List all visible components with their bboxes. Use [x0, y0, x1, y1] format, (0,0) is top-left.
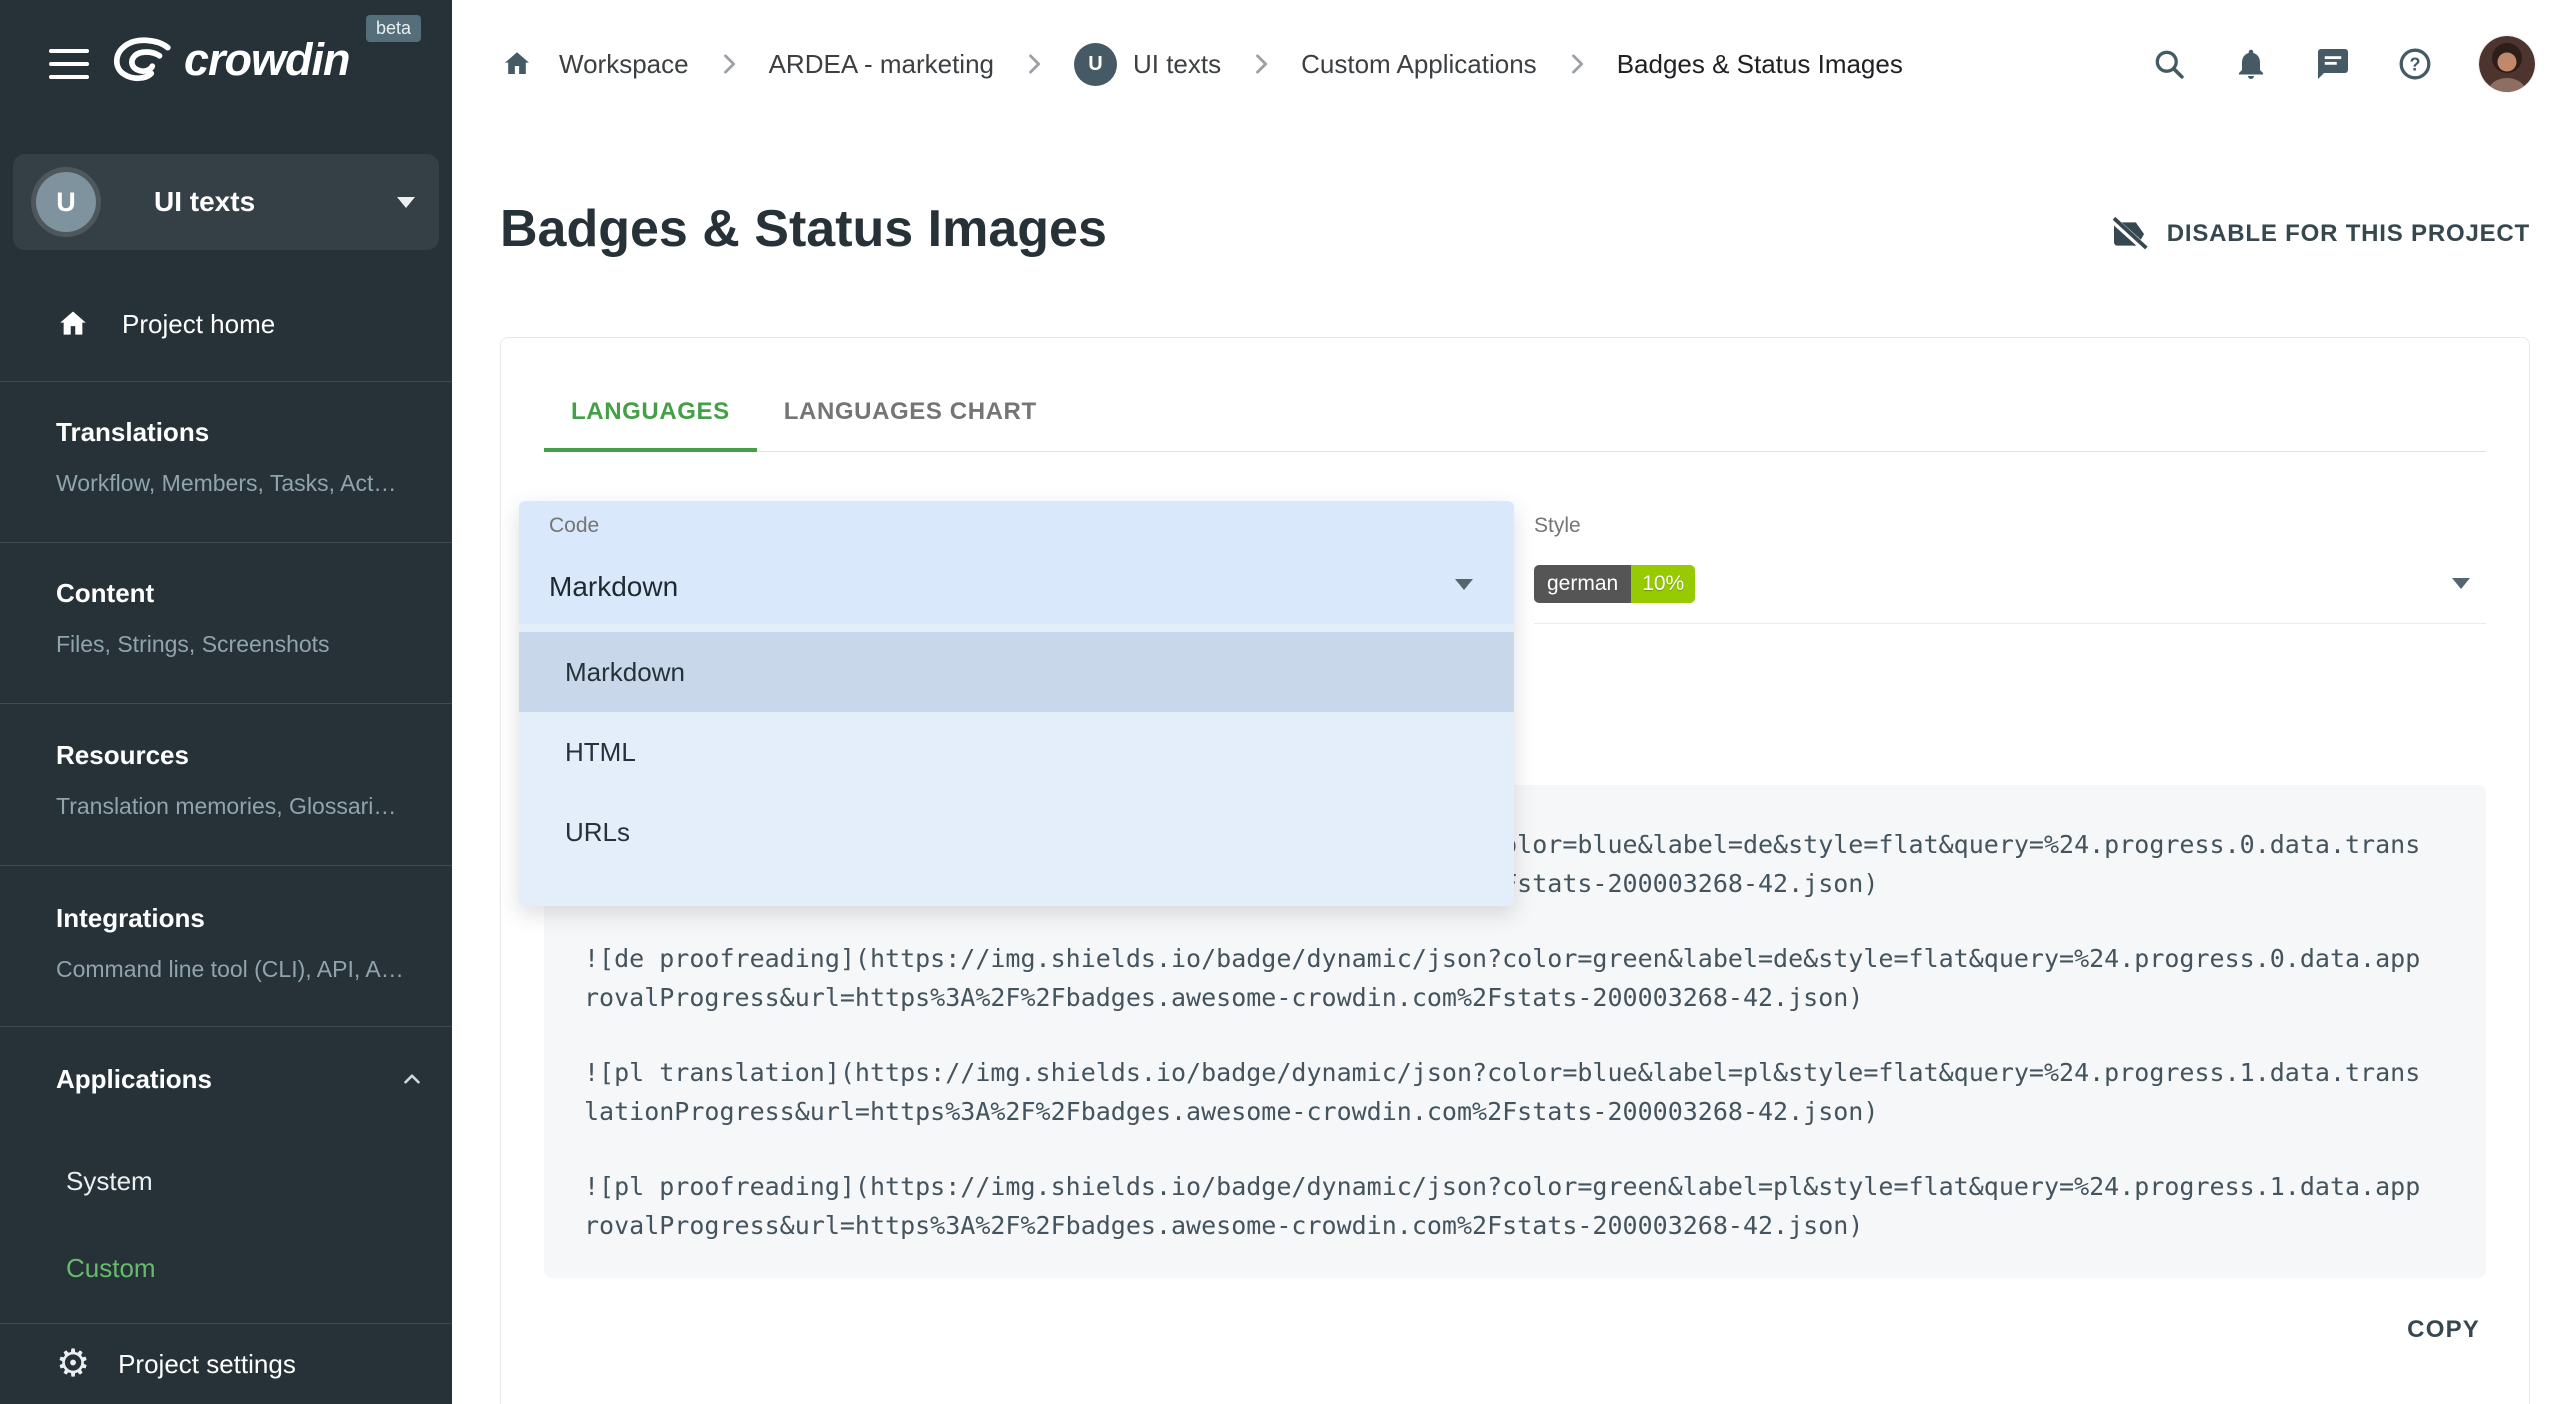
svg-text:?: ?: [2410, 54, 2421, 74]
divider: [0, 703, 452, 704]
section-subtitle: Files, Strings, Screenshots: [56, 630, 434, 658]
style-select-label: Style: [1534, 514, 1581, 538]
project-avatar: U: [36, 172, 96, 232]
breadcrumb-label: UI texts: [1133, 49, 1221, 80]
code-line: ![de proofreading](https://img.shields.i…: [584, 939, 2420, 1017]
sidebar-item-label: Project home: [122, 309, 275, 340]
sidebar-item-applications[interactable]: Applications: [56, 1063, 212, 1095]
tab-languages-chart[interactable]: LANGUAGES CHART: [757, 337, 1064, 451]
crowdin-logo-icon: [112, 37, 174, 83]
project-switcher[interactable]: U UI texts: [13, 154, 439, 250]
project-name: UI texts: [154, 186, 255, 218]
chevron-right-icon: [1020, 50, 1048, 78]
badge-label: german: [1534, 565, 1631, 603]
sidebar-item-translations[interactable]: Translations Workflow, Members, Tasks, A…: [56, 416, 434, 497]
menu-option-urls[interactable]: URLs: [519, 792, 1514, 872]
section-title: Integrations: [56, 902, 434, 934]
tab-languages[interactable]: LANGUAGES: [544, 337, 757, 451]
sidebar-item-project-home[interactable]: Project home: [0, 296, 452, 352]
crowdin-logo-text: crowdin: [184, 34, 350, 86]
sidebar-item-project-settings[interactable]: ⚙ Project settings: [0, 1324, 452, 1404]
divider: [0, 542, 452, 543]
chevron-down-icon: [1455, 579, 1473, 590]
chevron-up-icon[interactable]: [399, 1066, 425, 1097]
copy-button[interactable]: COPY: [2407, 1316, 2480, 1344]
beta-badge: beta: [366, 15, 421, 42]
sidebar-item-label: Project settings: [118, 1349, 296, 1380]
breadcrumb-item-project[interactable]: U UI texts: [1074, 43, 1221, 86]
home-icon: [56, 307, 90, 341]
menu-icon[interactable]: [49, 49, 89, 79]
section-subtitle: Workflow, Members, Tasks, Act…: [56, 469, 434, 497]
badge-value: 10%: [1631, 565, 1695, 603]
sidebar-item-custom[interactable]: Custom: [66, 1252, 156, 1284]
gear-icon: ⚙: [56, 1345, 90, 1383]
page-title: Badges & Status Images: [500, 200, 1107, 258]
sidebar-item-integrations[interactable]: Integrations Command line tool (CLI), AP…: [56, 902, 434, 983]
help-icon[interactable]: ?: [2397, 46, 2433, 82]
code-line: ![pl translation](https://img.shields.io…: [584, 1053, 2420, 1131]
breadcrumb-item-current: Badges & Status Images: [1617, 49, 1903, 80]
section-title: Content: [56, 577, 434, 609]
label-off-icon: [2109, 214, 2149, 254]
code-select-menu: Markdown HTML URLs: [519, 624, 1514, 906]
section-title: Resources: [56, 739, 434, 771]
code-line: ![pl proofreading](https://img.shields.i…: [584, 1167, 2420, 1245]
sidebar-item-content[interactable]: Content Files, Strings, Screenshots: [56, 577, 434, 658]
project-avatar: U: [1074, 43, 1117, 86]
status-badge-preview: german 10%: [1534, 565, 1695, 603]
notifications-bell-icon[interactable]: [2233, 46, 2269, 82]
chevron-right-icon: [1247, 50, 1275, 78]
sidebar: crowdin beta U UI texts Project home Tra…: [0, 0, 452, 1404]
tabs: LANGUAGES LANGUAGES CHART: [544, 337, 2486, 452]
section-title: Translations: [56, 416, 434, 448]
chevron-right-icon: [1563, 50, 1591, 78]
divider: [0, 1026, 452, 1027]
disable-project-label: DISABLE FOR THIS PROJECT: [2167, 220, 2530, 248]
menu-option-html[interactable]: HTML: [519, 712, 1514, 792]
user-avatar[interactable]: [2479, 36, 2535, 92]
search-icon[interactable]: [2151, 46, 2187, 82]
breadcrumb-item-workspace[interactable]: Workspace: [559, 49, 689, 80]
section-subtitle: Command line tool (CLI), API, A…: [56, 955, 434, 983]
style-select[interactable]: Style german 10%: [1534, 501, 2486, 624]
section-subtitle: Translation memories, Glossari…: [56, 792, 434, 820]
code-select[interactable]: Code Markdown: [519, 501, 1514, 624]
sidebar-item-system[interactable]: System: [66, 1165, 153, 1197]
chevron-right-icon: [715, 50, 743, 78]
code-select-value: Markdown: [549, 571, 678, 603]
code-select-open: Code Markdown Markdown HTML URLs: [519, 501, 1514, 906]
header-actions: ?: [2151, 36, 2535, 92]
breadcrumb-item-project-group[interactable]: ARDEA - marketing: [769, 49, 994, 80]
disable-project-button[interactable]: DISABLE FOR THIS PROJECT: [2109, 214, 2530, 254]
top-header: Workspace ARDEA - marketing U UI texts C…: [452, 0, 2575, 128]
crowdin-app: crowdin beta U UI texts Project home Tra…: [0, 0, 2575, 1404]
sidebar-item-resources[interactable]: Resources Translation memories, Glossari…: [56, 739, 434, 820]
breadcrumb: Workspace ARDEA - marketing U UI texts C…: [501, 43, 2151, 86]
code-select-label: Code: [549, 514, 599, 538]
home-icon[interactable]: [501, 48, 533, 80]
crowdin-logo[interactable]: crowdin: [112, 30, 350, 90]
breadcrumb-item-custom-applications[interactable]: Custom Applications: [1301, 49, 1537, 80]
menu-option-markdown[interactable]: Markdown: [519, 632, 1514, 712]
divider: [0, 381, 452, 382]
divider: [0, 865, 452, 866]
chevron-down-icon: [2452, 578, 2470, 589]
messages-icon[interactable]: [2315, 46, 2351, 82]
chevron-down-icon: [397, 197, 415, 208]
